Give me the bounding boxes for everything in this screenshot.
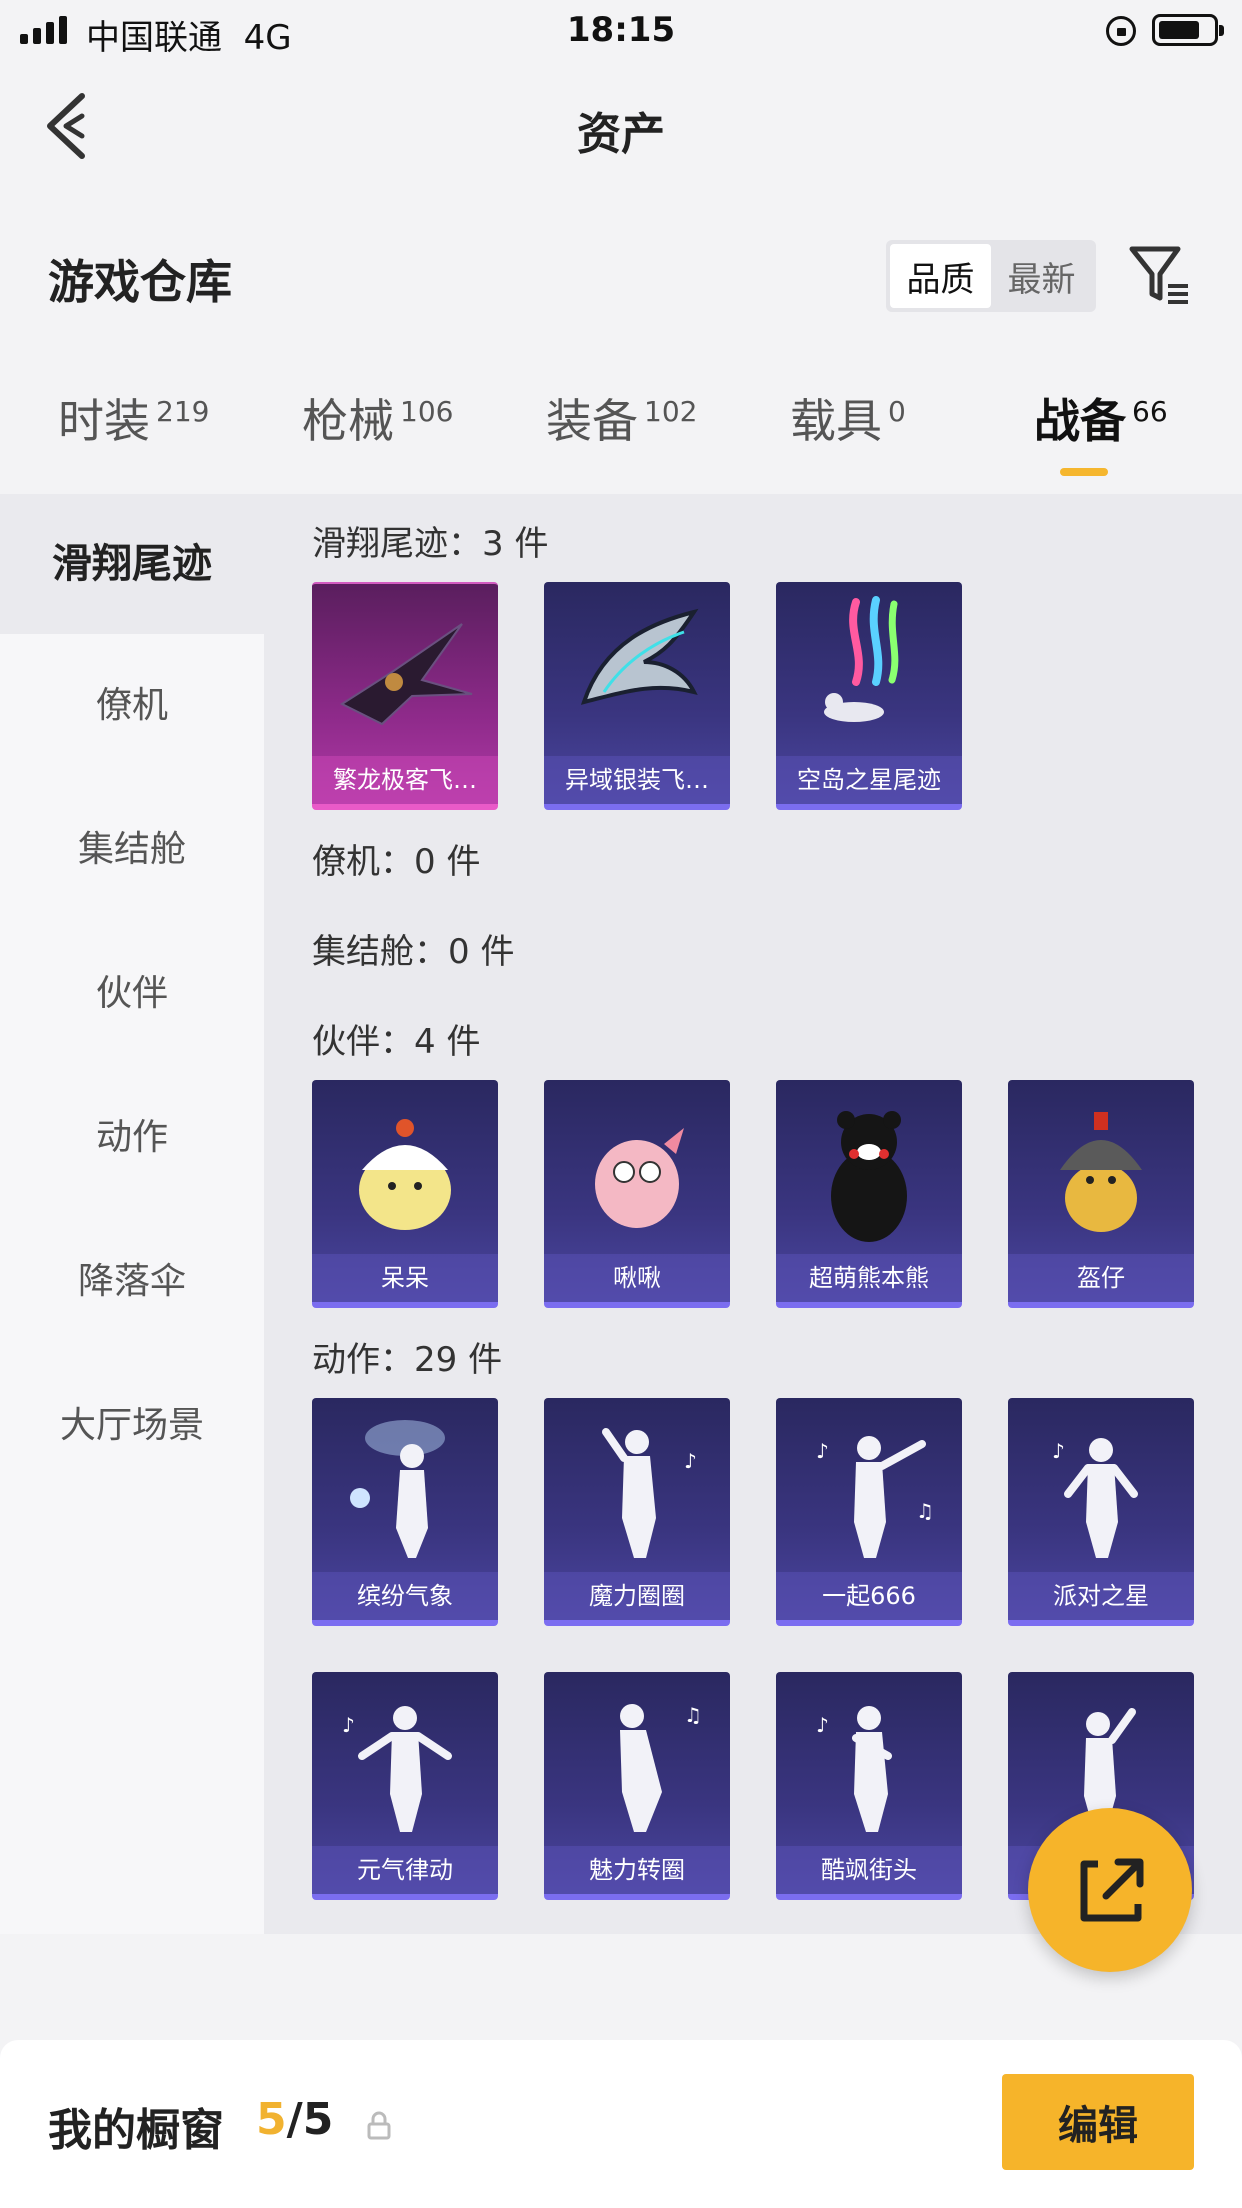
sort-quality-option[interactable]: 品质 [890,244,991,308]
sidebar-item-parachute[interactable]: 降落伞 [0,1212,264,1352]
tab-fashion[interactable]: 时装 219 [58,385,209,451]
section-heading-partner: 伙伴：4 件 [312,1022,481,1062]
item-card[interactable]: ♪ 元气律动 [312,1672,498,1900]
item-card[interactable]: 呆呆 [312,1080,498,1308]
item-name: 呆呆 [312,1254,498,1302]
category-tabs: 时装 219 枪械 106 装备 102 载具 0 战备 66 [0,385,1242,475]
emote-figure-icon: ♪ [342,1706,452,1832]
chick-partner-icon [359,1119,451,1230]
showcase-current: 5 [256,2094,287,2145]
item-card[interactable]: ♪ 魔力圈圈 [544,1398,730,1626]
showcase-separator: / [286,2094,303,2145]
battery-icon [1152,14,1224,46]
section-heading-wingman: 僚机：0 件 [312,842,481,882]
share-icon [1080,1858,1144,1922]
svg-text:♫: ♫ [916,1499,934,1523]
emote-figure-icon: ♪ [602,1428,697,1558]
tab-firearms[interactable]: 枪械 106 [302,385,453,451]
status-bar: 中国联通 4G 18:15 [0,0,1242,62]
item-name: 异域银装飞… [544,756,730,804]
svg-text:♪: ♪ [684,1449,697,1473]
pink-bird-partner-icon [595,1128,684,1228]
svg-text:♪: ♪ [816,1439,829,1463]
category-sidebar: 滑翔尾迹 僚机 集结舱 伙伴 动作 降落伞 大厅场景 [0,494,264,1934]
page-title: 资产 [577,109,665,160]
filter-button[interactable] [1128,244,1192,306]
filter-icon [1129,246,1188,304]
silver-glider-icon [580,608,699,705]
item-name: 空岛之星尾迹 [776,756,962,804]
item-card[interactable]: ♫ 魅力转圈 [544,1672,730,1900]
sidebar-item-glide-trail[interactable]: 滑翔尾迹 [0,494,264,634]
section-heading-rally-pod: 集结舱：0 件 [312,932,515,972]
section-title: 游戏仓库 [48,255,232,309]
share-button[interactable] [1028,1808,1192,1972]
lock-icon [367,2111,391,2140]
sort-newest-option[interactable]: 最新 [991,244,1092,308]
emote-figure-icon [350,1420,445,1558]
emote-figure-icon: ♪ [816,1706,892,1832]
svg-text:♫: ♫ [684,1703,702,1727]
showcase-title: 我的橱窗 [48,2105,224,2156]
svg-text:♪: ♪ [1052,1439,1065,1463]
sidebar-item-partner[interactable]: 伙伴 [0,924,264,1064]
item-name: 超萌熊本熊 [776,1254,962,1302]
item-name: 魔力圈圈 [544,1572,730,1620]
svg-text:♪: ♪ [816,1713,829,1737]
item-card[interactable]: 空岛之星尾迹 [776,582,962,810]
sort-toggle: 品质 最新 [886,240,1096,312]
item-name: 缤纷气象 [312,1572,498,1620]
showcase-bar: 我的橱窗 5/5 编辑 [0,2040,1242,2208]
item-grid: 滑翔尾迹：3 件 繁龙极客飞… 异域银装飞… 空岛之星尾迹 僚机：0 件 集结舱… [264,494,1242,1934]
dragon-glider-icon [339,623,473,726]
item-name: 魅力转圈 [544,1846,730,1894]
showcase-total: 5 [302,2094,334,2145]
item-name: 繁龙极客飞… [312,756,498,804]
emote-figure-icon: ♪ [1052,1438,1138,1558]
item-card[interactable]: 啾啾 [544,1080,730,1308]
item-card[interactable]: 超萌熊本熊 [776,1080,962,1308]
item-name: 一起666 [776,1572,962,1620]
helmet-chick-partner-icon [1060,1112,1142,1232]
item-name: 酷飒街头 [776,1846,962,1894]
item-card[interactable]: ♪ 派对之星 [1008,1398,1194,1626]
section-heading-glide: 滑翔尾迹：3 件 [312,524,549,564]
item-card[interactable]: ♪ ♫ 一起666 [776,1398,962,1626]
item-card[interactable]: 盔仔 [1008,1080,1194,1308]
tab-war-gear[interactable]: 战备 66 [1034,385,1168,451]
edit-button[interactable]: 编辑 [1002,2074,1194,2170]
item-name: 元气律动 [312,1846,498,1894]
sidebar-item-wingman[interactable]: 僚机 [0,636,264,776]
tab-equipment[interactable]: 装备 102 [546,385,697,451]
section-heading-emote: 动作：29 件 [312,1340,503,1380]
item-card[interactable]: 异域银装飞… [544,582,730,810]
sidebar-item-emote[interactable]: 动作 [0,1068,264,1208]
item-card[interactable]: 繁龙极客飞… [312,582,498,810]
tab-vehicles[interactable]: 载具 0 [790,385,906,451]
sidebar-item-lobby-scene[interactable]: 大厅场景 [0,1356,264,1496]
item-name: 派对之星 [1008,1572,1194,1620]
svg-text:♪: ♪ [342,1713,355,1737]
active-tab-indicator [1060,468,1108,476]
emote-figure-icon: ♪♫ [816,1436,934,1558]
sidebar-item-rally-pod[interactable]: 集结舱 [0,780,264,920]
rotation-lock-icon [1106,16,1136,46]
emote-figure-icon: ♫ [620,1703,702,1832]
item-name: 盔仔 [1008,1254,1194,1302]
item-card[interactable]: 缤纷气象 [312,1398,498,1626]
sky-trail-icon [824,596,899,722]
item-card[interactable]: ♪ 酷飒街头 [776,1672,962,1900]
showcase-count: 5/5 [256,2094,333,2145]
kumamon-partner-icon [831,1111,907,1242]
clock: 18:15 [566,10,676,50]
item-name: 啾啾 [544,1254,730,1302]
